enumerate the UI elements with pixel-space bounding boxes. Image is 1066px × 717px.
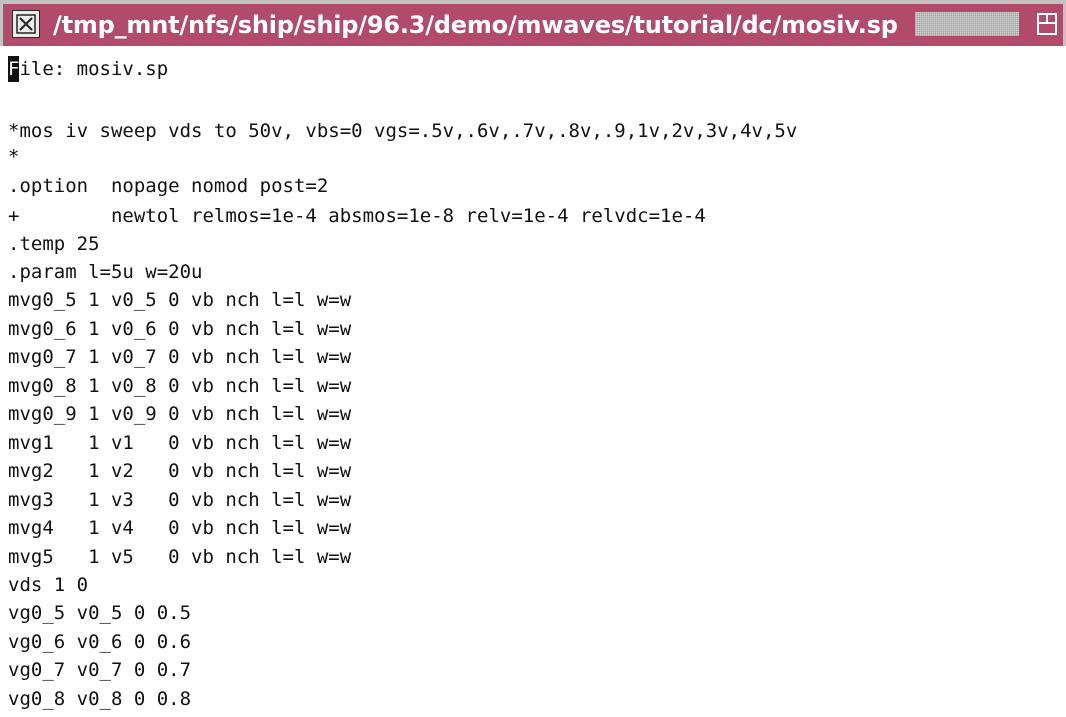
- status-line: File: mosiv.sp: [8, 56, 168, 82]
- code-line: mvg0_8 1 v0_8 0 vb nch l=l w=w: [8, 375, 352, 397]
- code-line: vg0_6 v0_6 0 0.6: [8, 631, 192, 653]
- code-line: vg0_7 v0_7 0 0.7: [8, 659, 192, 681]
- title-bar-drag-area[interactable]: [915, 12, 1019, 36]
- code-line: mvg0_7 1 v0_7 0 vb nch l=l w=w: [8, 346, 352, 368]
- x-window-menu-icon: [16, 14, 36, 34]
- window-menu-button[interactable]: [12, 10, 40, 38]
- code-line: .option nopage nomod post=2: [8, 175, 329, 197]
- text-cursor: F: [8, 56, 20, 82]
- code-line: .temp 25: [8, 233, 100, 255]
- code-line: vds 1 0: [8, 574, 89, 596]
- maximize-icon: [1037, 13, 1057, 35]
- code-line: mvg3 1 v3 0 vb nch l=l w=w: [8, 489, 352, 511]
- file-name-label: ile: mosiv.sp: [19, 58, 169, 80]
- code-line: mvg2 1 v2 0 vb nch l=l w=w: [8, 460, 352, 482]
- code-line: *: [8, 146, 20, 168]
- code-line: + newtol relmos=1e-4 absmos=1e-8 relv=1e…: [8, 205, 706, 227]
- code-line: mvg0_9 1 v0_9 0 vb nch l=l w=w: [8, 403, 352, 425]
- code-line: vg0_5 v0_5 0 0.5: [8, 602, 192, 624]
- maximize-button[interactable]: [1033, 10, 1061, 38]
- code-line: mvg1 1 v1 0 vb nch l=l w=w: [8, 432, 352, 454]
- code-line: mvg0_6 1 v0_6 0 vb nch l=l w=w: [8, 318, 352, 340]
- code-line: mvg4 1 v4 0 vb nch l=l w=w: [8, 517, 352, 539]
- title-bar[interactable]: /tmp_mnt/nfs/ship/ship/96.3/demo/mwaves/…: [0, 0, 1066, 46]
- code-line: mvg5 1 v5 0 vb nch l=l w=w: [8, 546, 352, 568]
- text-editor-area[interactable]: File: mosiv.sp *mos iv sweep vds to 50v,…: [0, 46, 1066, 717]
- window-title: /tmp_mnt/nfs/ship/ship/96.3/demo/mwaves/…: [53, 11, 898, 39]
- code-line: .param l=5u w=20u: [8, 261, 203, 283]
- code-line: vg0_8 v0_8 0 0.8: [8, 688, 192, 710]
- code-line: mvg0_5 1 v0_5 0 vb nch l=l w=w: [8, 289, 352, 311]
- code-line: *mos iv sweep vds to 50v, vbs=0 vgs=.5v,…: [8, 120, 798, 142]
